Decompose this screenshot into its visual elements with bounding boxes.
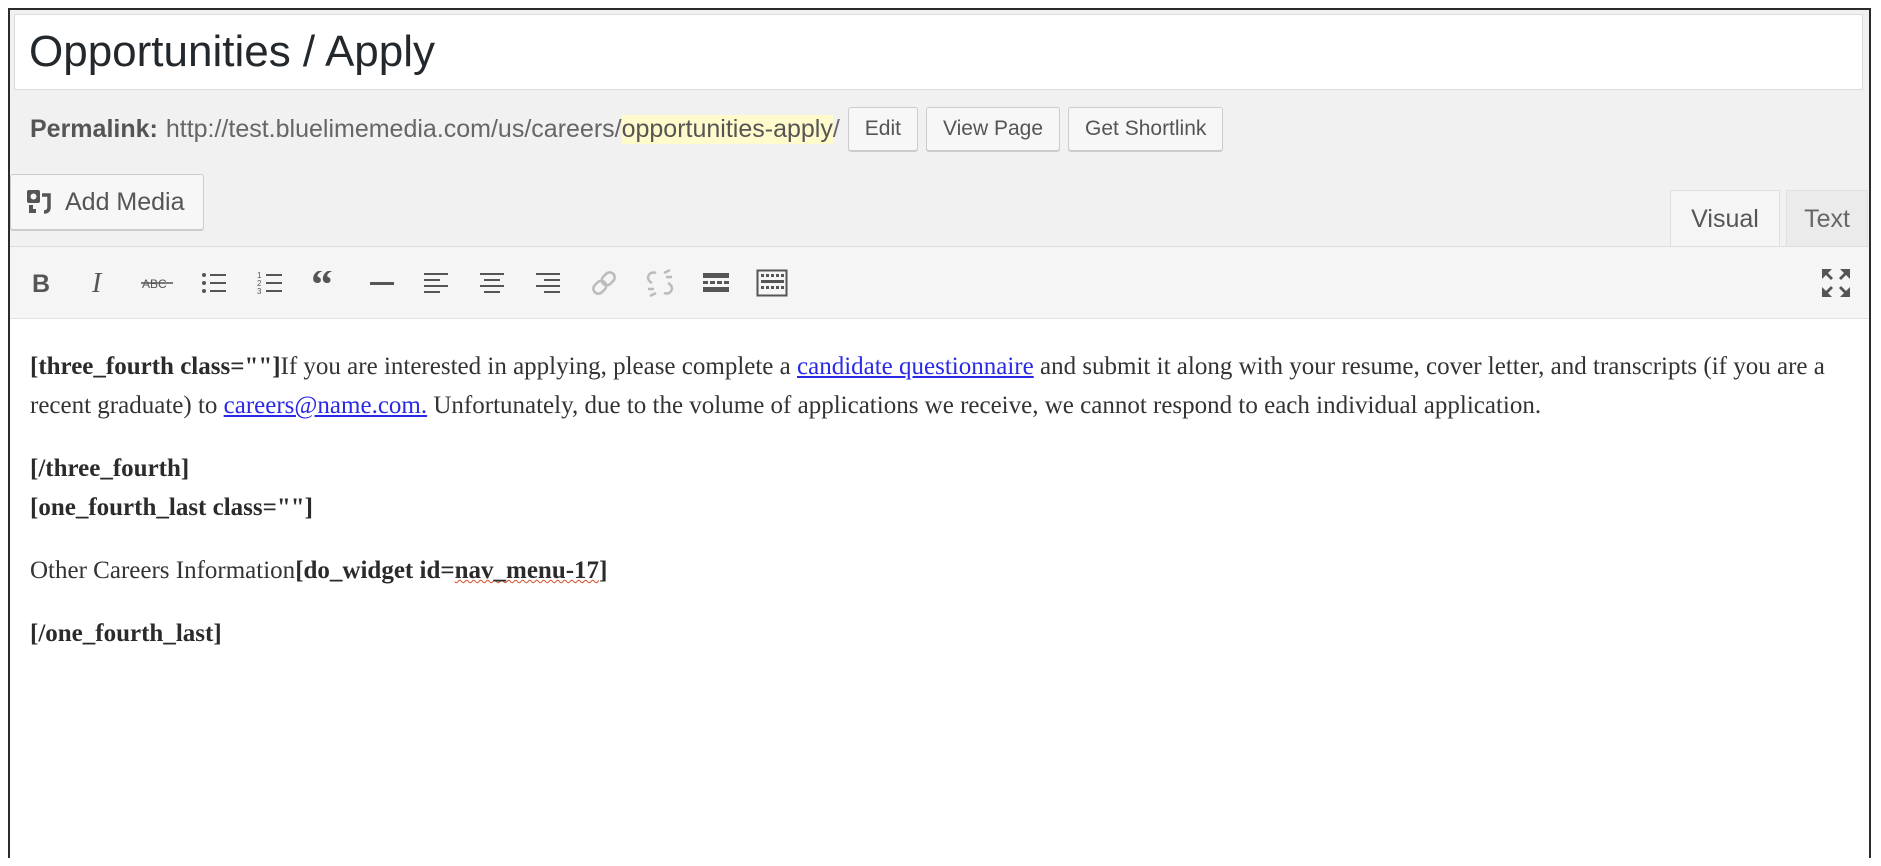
permalink-base-url[interactable]: http://test.bluelimemedia.com/us/careers…	[166, 115, 622, 144]
align-left-icon[interactable]	[414, 261, 458, 305]
bullet-list-icon[interactable]	[192, 261, 236, 305]
italic-icon[interactable]: I	[78, 261, 122, 305]
permalink-label: Permalink:	[30, 114, 158, 143]
permalink-slug[interactable]: opportunities-apply	[621, 114, 833, 144]
numbered-list-icon[interactable]: 123	[248, 261, 292, 305]
svg-text:3: 3	[257, 287, 262, 296]
svg-text:I: I	[91, 270, 103, 296]
tab-visual[interactable]: Visual	[1670, 190, 1780, 246]
svg-text:ABC: ABC	[142, 277, 167, 291]
blockquote-icon[interactable]: “	[304, 261, 348, 305]
svg-text:B: B	[32, 270, 50, 296]
post-editor-frame: Opportunities / Apply Permalink: http://…	[8, 8, 1871, 866]
insert-link-icon[interactable]	[582, 261, 626, 305]
add-media-label: Add Media	[65, 187, 185, 216]
shortcode-one-fourth-last-close: [/one_fourth_last]	[30, 620, 222, 647]
toolbar-toggle-icon[interactable]	[750, 261, 794, 305]
candidate-questionnaire-link[interactable]: candidate questionnaire	[797, 353, 1034, 380]
shortcode-three-fourth-close: [/three_fourth]	[30, 455, 190, 482]
view-page-button[interactable]: View Page	[925, 107, 1061, 151]
horizontal-line-icon[interactable]	[360, 261, 404, 305]
shortcode-do-widget-close: ]	[599, 557, 608, 584]
add-media-button[interactable]: Add Media	[10, 174, 204, 230]
svg-text:“: “	[311, 271, 333, 295]
tab-text[interactable]: Text	[1786, 190, 1868, 246]
shortcode-three-fourth-open: [three_fourth class=""]	[30, 353, 281, 380]
intro-text-c: Unfortunately, due to the volume of appl…	[427, 392, 1542, 419]
read-more-icon[interactable]	[694, 261, 738, 305]
paragraph-close: [/one_fourth_last]	[30, 614, 1850, 653]
align-center-icon[interactable]	[470, 261, 514, 305]
spellcheck-misspelled-word: nav_menu-17	[454, 557, 600, 584]
editor-area: B I ABC 123 “	[10, 246, 1869, 866]
fullscreen-icon[interactable]	[1814, 261, 1858, 305]
formatting-toolbar: B I ABC 123 “	[10, 247, 1869, 319]
careers-email-link[interactable]: careers@name.com.	[224, 392, 427, 419]
paragraph-widget: Other Careers Information[do_widget id=n…	[30, 551, 1850, 590]
bold-icon[interactable]: B	[20, 261, 64, 305]
strikethrough-icon[interactable]: ABC	[136, 261, 180, 305]
get-shortlink-button[interactable]: Get Shortlink	[1068, 107, 1224, 151]
post-title-input[interactable]: Opportunities / Apply	[14, 14, 1863, 90]
editor-content[interactable]: [three_fourth class=""]If you are intere…	[30, 347, 1850, 677]
remove-link-icon[interactable]	[638, 261, 682, 305]
paragraph-shortcodes: [/three_fourth] [one_fourth_last class=""…	[30, 449, 1850, 527]
align-right-icon[interactable]	[526, 261, 570, 305]
media-icon	[27, 190, 51, 214]
shortcode-one-fourth-last-open: [one_fourth_last class=""]	[30, 494, 313, 521]
paragraph-intro: [three_fourth class=""]If you are intere…	[30, 347, 1850, 425]
permalink-trailing-slash: /	[832, 114, 840, 143]
other-careers-text: Other Careers Information	[30, 557, 296, 584]
permalink-row: Permalink: http://test.bluelimemedia.com…	[30, 106, 1224, 152]
intro-text-a: If you are interested in applying, pleas…	[280, 353, 797, 380]
edit-permalink-button[interactable]: Edit	[847, 107, 918, 151]
shortcode-do-widget: [do_widget id=	[295, 557, 455, 584]
